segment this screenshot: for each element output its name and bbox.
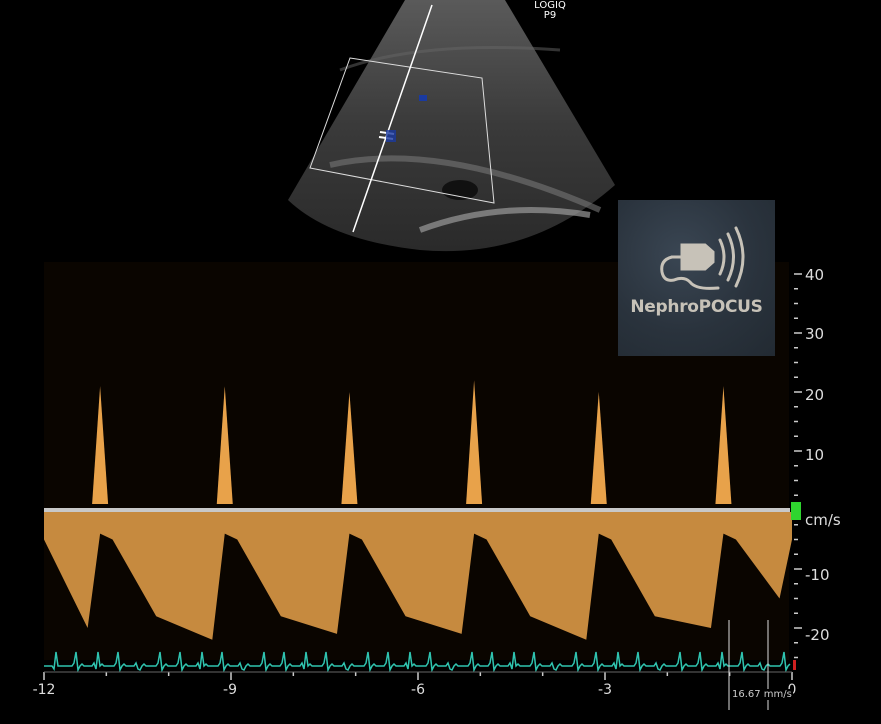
baseline-marker[interactable]	[791, 502, 801, 520]
velocity-scale	[794, 273, 802, 659]
nephropocus-logo: NephroPOCUS	[618, 200, 775, 356]
time-tick: -9	[223, 682, 237, 698]
velocity-tick: 10	[805, 446, 825, 464]
ultrasound-probe-icon	[660, 226, 745, 290]
time-tick: -6	[411, 682, 425, 698]
velocity-tick: -10	[805, 566, 830, 584]
b-mode-image	[288, 0, 615, 252]
time-scale	[43, 671, 793, 680]
time-tick: -12	[32, 682, 56, 698]
sweep-speed: 16.67 mm/s	[731, 689, 793, 700]
velocity-tick: 30	[805, 325, 825, 343]
velocity-tick: 40	[805, 266, 825, 284]
color-flow-spot	[386, 130, 396, 142]
ecg-marker	[793, 660, 796, 670]
time-tick: -3	[598, 682, 612, 698]
velocity-tick: -20	[805, 626, 830, 644]
velocity-unit: cm/s	[805, 511, 841, 529]
logo-text: NephroPOCUS	[630, 297, 763, 317]
device-model: P9	[543, 10, 557, 21]
velocity-tick: 20	[805, 386, 825, 404]
ultrasound-screen	[43, 0, 802, 710]
color-flow-spot	[419, 95, 427, 101]
